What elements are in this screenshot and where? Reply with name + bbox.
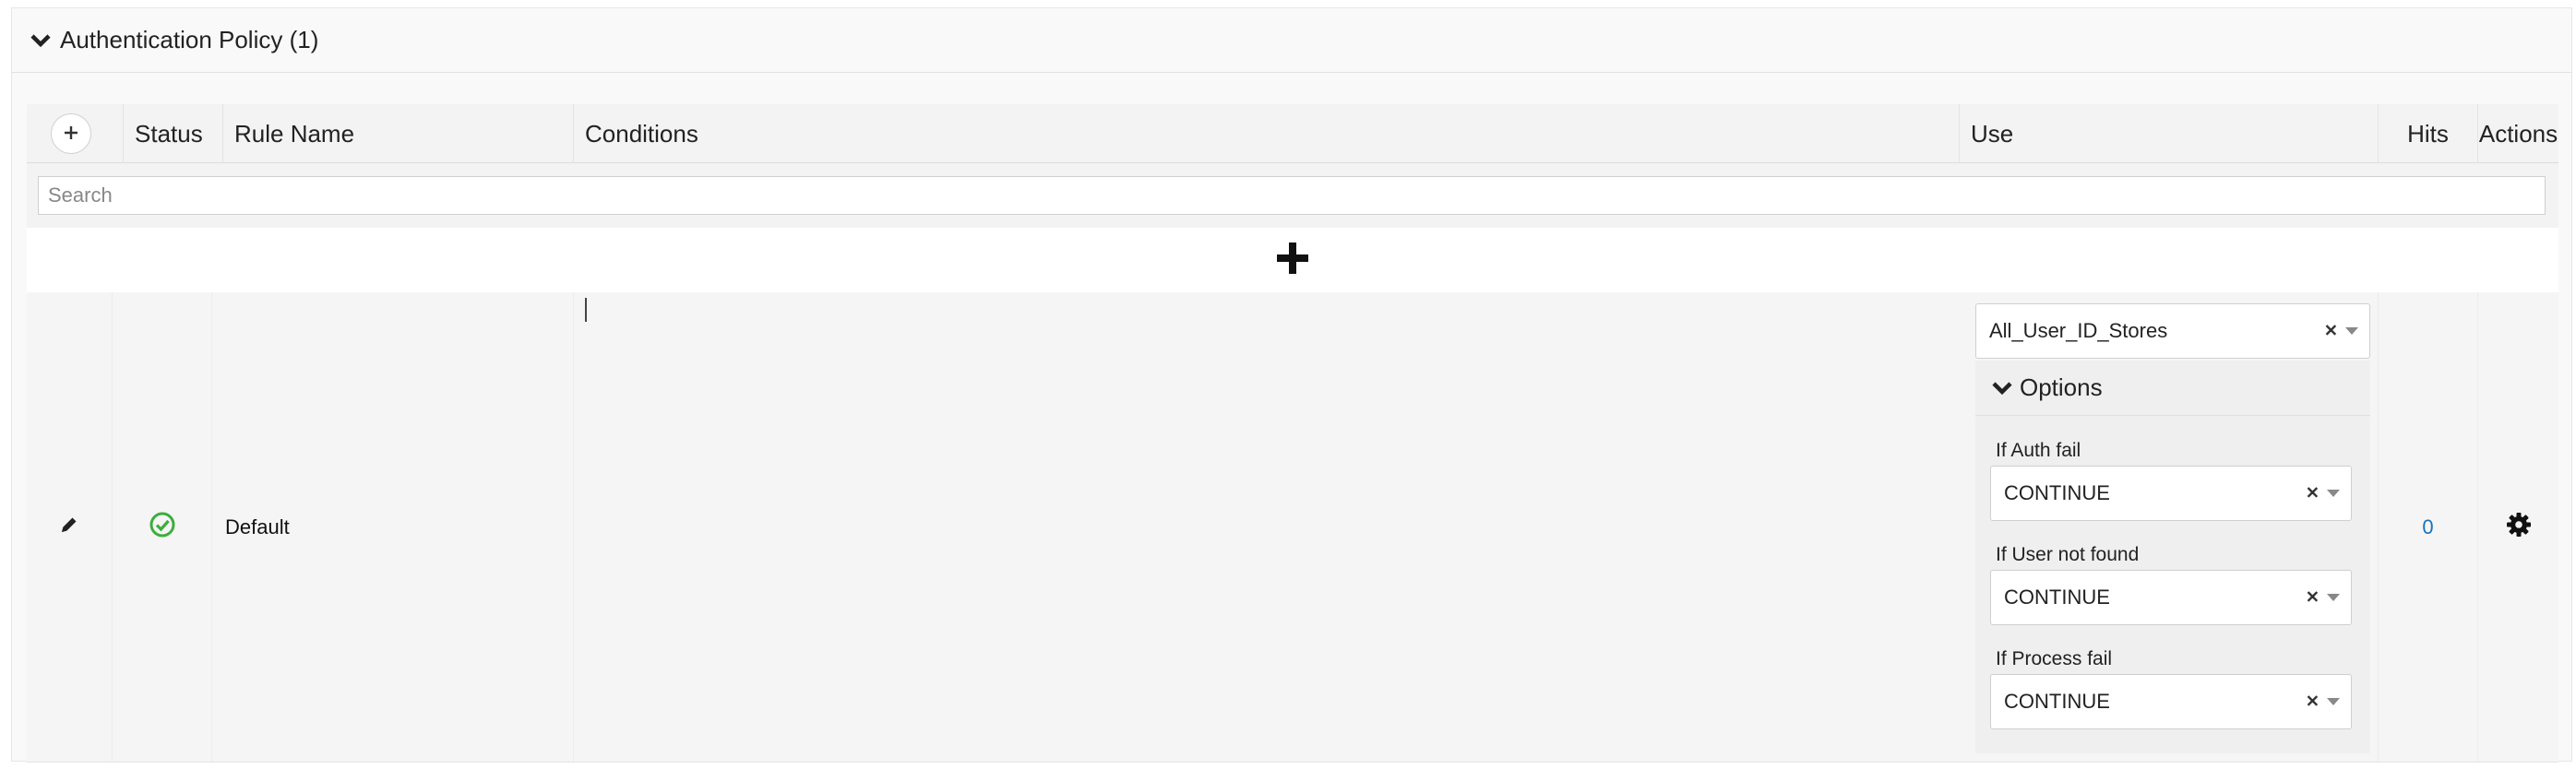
table-header: Status Rule Name Conditions Use Hits Act… xyxy=(27,104,2558,163)
options-label: Options xyxy=(2020,373,2103,401)
if-process-fail-label: If Process fail xyxy=(1996,648,2113,669)
text-cursor xyxy=(585,298,587,322)
dropdown-arrow-icon[interactable] xyxy=(2327,698,2340,705)
if-auth-fail-value: CONTINUE xyxy=(2004,481,2110,504)
use-cell: All_User_ID_Stores ✕ Options If Auth fai… xyxy=(1959,292,2378,762)
header-add-cell xyxy=(27,104,123,163)
dropdown-arrow-icon[interactable] xyxy=(2345,327,2358,335)
identity-source-select[interactable]: All_User_ID_Stores ✕ xyxy=(1975,303,2370,359)
clear-icon[interactable]: ✕ xyxy=(2306,588,2320,608)
add-rule-button[interactable] xyxy=(51,113,91,154)
if-user-not-found-value: CONTINUE xyxy=(2004,586,2110,609)
column-header-hits[interactable]: Hits xyxy=(2378,104,2477,163)
dropdown-arrow-icon[interactable] xyxy=(2327,594,2340,601)
table-row: Default All_User_ID_Stores ✕ Options If … xyxy=(27,292,2558,763)
rule-name-cell: Default xyxy=(211,292,573,762)
column-header-conditions[interactable]: Conditions xyxy=(573,104,1959,163)
rule-name[interactable]: Default xyxy=(225,292,290,762)
check-circle-icon[interactable] xyxy=(149,511,176,543)
dropdown-arrow-icon[interactable] xyxy=(2327,490,2340,497)
policy-table: Status Rule Name Conditions Use Hits Act… xyxy=(27,104,2558,763)
chevron-down-icon[interactable] xyxy=(30,33,51,48)
if-user-not-found-label: If User not found xyxy=(1996,544,2140,565)
chevron-down-icon[interactable] xyxy=(1992,381,2012,396)
hits-cell: 0 xyxy=(2378,292,2477,762)
identity-source-value: All_User_ID_Stores xyxy=(1989,319,2168,342)
search-row xyxy=(27,163,2558,228)
status-cell xyxy=(112,292,211,762)
column-header-status[interactable]: Status xyxy=(123,104,222,163)
section-title: Authentication Policy (1) xyxy=(60,26,319,53)
clear-icon[interactable]: ✕ xyxy=(2306,692,2320,712)
options-panel: Options If Auth fail CONTINUE ✕ If User … xyxy=(1975,361,2370,753)
pencil-icon[interactable] xyxy=(59,515,79,539)
if-process-fail-value: CONTINUE xyxy=(2004,690,2110,713)
plus-icon[interactable] xyxy=(1275,241,1310,280)
actions-cell xyxy=(2477,292,2558,762)
column-header-use[interactable]: Use xyxy=(1959,104,2378,163)
column-header-actions: Actions xyxy=(2477,104,2558,163)
if-process-fail-select[interactable]: CONTINUE ✕ xyxy=(1990,674,2352,729)
if-auth-fail-label: If Auth fail xyxy=(1996,440,2081,461)
if-user-not-found-select[interactable]: CONTINUE ✕ xyxy=(1990,570,2352,625)
hits-count-link[interactable]: 0 xyxy=(2422,515,2433,539)
clear-icon[interactable]: ✕ xyxy=(2306,484,2320,503)
search-input[interactable] xyxy=(38,176,2546,215)
authentication-policy-panel: Authentication Policy (1) Status Rule Na… xyxy=(11,7,2572,763)
if-auth-fail-select[interactable]: CONTINUE ✕ xyxy=(1990,466,2352,521)
plus-icon xyxy=(62,120,80,148)
edit-cell xyxy=(27,292,112,762)
section-header[interactable]: Authentication Policy (1) xyxy=(12,8,2571,73)
clear-icon[interactable]: ✕ xyxy=(2324,322,2338,341)
options-toggle[interactable]: Options xyxy=(1975,361,2370,416)
gear-icon[interactable] xyxy=(2505,511,2533,543)
add-rule-row[interactable] xyxy=(27,228,2558,292)
conditions-cell[interactable] xyxy=(573,292,1959,762)
column-header-rule-name[interactable]: Rule Name xyxy=(222,104,573,163)
